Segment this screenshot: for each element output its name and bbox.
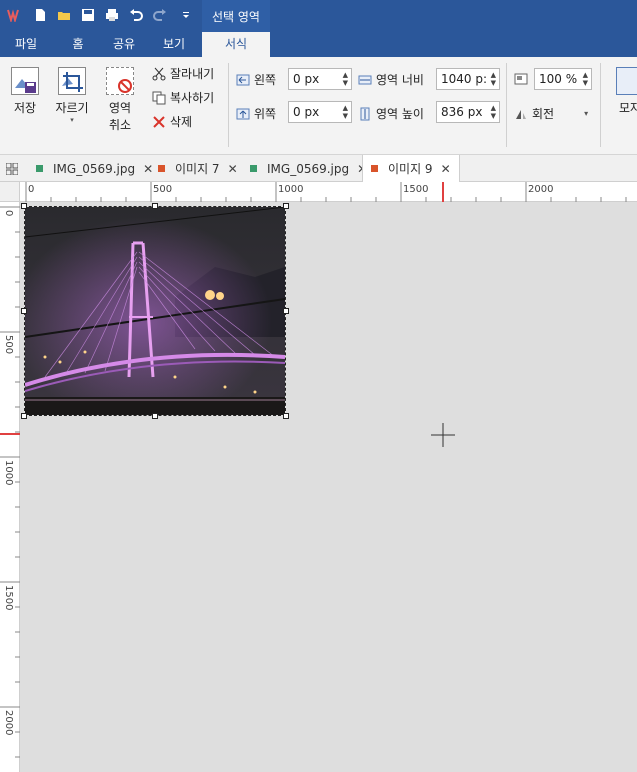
ribbon-separator bbox=[506, 63, 507, 147]
doc-tab-active[interactable]: 이미지 9 ✕ bbox=[362, 155, 460, 182]
resize-handle[interactable] bbox=[152, 203, 158, 209]
height-icon bbox=[358, 107, 372, 121]
redo-icon[interactable] bbox=[150, 5, 170, 25]
delete-button[interactable]: 삭제 bbox=[152, 113, 192, 130]
rotate-button[interactable]: 회전 ▾ bbox=[514, 105, 588, 122]
ruler-label: 1500 bbox=[403, 184, 429, 195]
save-icon[interactable] bbox=[78, 5, 98, 25]
vertical-ruler-ticks bbox=[0, 206, 20, 758]
align-top-icon bbox=[236, 107, 250, 121]
doc-tab[interactable]: IMG_0569.jpg ✕ bbox=[250, 155, 367, 182]
top-position-label: 위쪽 bbox=[236, 105, 276, 122]
zoom-icon-wrap bbox=[514, 72, 532, 86]
mosaic-icon bbox=[616, 67, 637, 95]
tab-home[interactable]: 홈 bbox=[52, 32, 104, 57]
title-bar: 선택 영역 bbox=[0, 0, 637, 32]
rotate-dropdown-icon: ▾ bbox=[584, 109, 589, 118]
area-height-label: 영역 높이 bbox=[358, 105, 424, 122]
mosaic-label: 모자 bbox=[618, 101, 637, 115]
crop-button[interactable]: 자르기 ▾ bbox=[52, 67, 92, 124]
close-icon[interactable]: ✕ bbox=[228, 162, 238, 176]
cut-button[interactable]: 잘라내기 bbox=[152, 65, 214, 82]
ruler-label: 500 bbox=[3, 335, 14, 355]
doc-tab-color-icon bbox=[250, 165, 257, 172]
left-position-input[interactable]: 0 px ▲ ▼ bbox=[288, 68, 352, 90]
tab-format[interactable]: 서식 bbox=[202, 32, 270, 57]
doc-tab[interactable]: 이미지 7 ✕ bbox=[158, 155, 238, 182]
resize-handle[interactable] bbox=[21, 308, 27, 314]
context-tab-label: 선택 영역 bbox=[202, 0, 270, 32]
ruler-label: 2000 bbox=[3, 710, 14, 736]
ruler-label: 1500 bbox=[3, 585, 14, 611]
cancel-selection-button[interactable]: 영역 취소 bbox=[104, 67, 136, 133]
doc-tab-color-icon bbox=[158, 165, 165, 172]
ruler-label: 500 bbox=[153, 184, 173, 195]
delete-label: 삭제 bbox=[170, 115, 193, 129]
mosaic-button[interactable]: 모자 bbox=[610, 67, 637, 116]
zoom-input[interactable]: 100 % ▲ ▼ bbox=[534, 68, 592, 90]
area-width-label: 영역 너비 bbox=[358, 71, 424, 88]
zoom-ratio-icon bbox=[514, 72, 528, 86]
ruler-label: 1000 bbox=[3, 460, 14, 486]
image-canvas[interactable] bbox=[21, 203, 637, 772]
ruler-label: 2000 bbox=[528, 184, 554, 195]
crop-dropdown-icon: ▾ bbox=[70, 116, 74, 124]
tab-grid-icon[interactable] bbox=[6, 155, 18, 182]
crosshair-cursor-icon bbox=[431, 423, 455, 447]
ruler-label: 0 bbox=[3, 210, 14, 217]
cancel-selection-label-2: 취소 bbox=[108, 118, 132, 132]
undo-icon[interactable] bbox=[126, 5, 146, 25]
vertical-ruler: 0 500 1000 1500 2000 bbox=[0, 202, 20, 772]
resize-handle[interactable] bbox=[21, 413, 27, 419]
left-position-label: 왼쪽 bbox=[236, 71, 276, 88]
ribbon-separator bbox=[600, 63, 601, 147]
copy-icon bbox=[152, 91, 166, 105]
resize-handle[interactable] bbox=[21, 203, 27, 209]
customize-icon[interactable] bbox=[176, 5, 196, 25]
open-icon[interactable] bbox=[54, 5, 74, 25]
new-icon[interactable] bbox=[30, 5, 50, 25]
copy-label: 복사하기 bbox=[170, 91, 215, 105]
resize-handle[interactable] bbox=[283, 413, 289, 419]
tab-share[interactable]: 공유 bbox=[98, 32, 150, 57]
close-icon[interactable]: ✕ bbox=[143, 162, 153, 176]
save-button[interactable]: 저장 bbox=[8, 67, 42, 116]
selection-marquee[interactable] bbox=[21, 203, 289, 419]
tab-file[interactable]: 파일 bbox=[0, 32, 52, 57]
area-height-input[interactable]: 836 px ▲ ▼ bbox=[436, 101, 500, 123]
doc-tab-color-icon bbox=[36, 165, 43, 172]
copy-button[interactable]: 복사하기 bbox=[152, 89, 214, 106]
ruler-label: 0 bbox=[28, 184, 35, 195]
scissors-icon bbox=[152, 67, 166, 81]
cancel-selection-icon bbox=[106, 67, 134, 95]
save-label: 저장 bbox=[13, 101, 37, 115]
delete-x-icon bbox=[152, 115, 166, 129]
crop-icon bbox=[58, 67, 86, 95]
tab-view[interactable]: 보기 bbox=[148, 32, 200, 57]
resize-handle[interactable] bbox=[152, 413, 158, 419]
resize-handle[interactable] bbox=[283, 308, 289, 314]
save-image-icon bbox=[11, 67, 39, 95]
horizontal-ruler: 0 500 1000 1500 2000 bbox=[20, 182, 637, 202]
top-position-input[interactable]: 0 px ▲ ▼ bbox=[288, 101, 352, 123]
ribbon: 저장 자르기 ▾ 영역 취소 잘라내기 복사하기 삭제 왼쪽 0 px ▲ ▼ … bbox=[0, 57, 637, 155]
ribbon-separator bbox=[228, 63, 229, 147]
ruler-corner bbox=[0, 182, 20, 202]
cut-label: 잘라내기 bbox=[170, 67, 215, 81]
print-icon[interactable] bbox=[102, 5, 122, 25]
crop-label: 자르기 bbox=[55, 101, 89, 115]
ruler-label: 1000 bbox=[278, 184, 304, 195]
area-width-input[interactable]: 1040 p: ▲ ▼ bbox=[436, 68, 500, 90]
rotate-icon bbox=[514, 107, 528, 121]
doc-tab[interactable]: IMG_0569.jpg ✕ bbox=[36, 155, 153, 182]
width-icon bbox=[358, 73, 372, 87]
resize-handle[interactable] bbox=[283, 203, 289, 209]
document-tabs: IMG_0569.jpg ✕ 이미지 7 ✕ IMG_0569.jpg ✕ 이미… bbox=[0, 155, 637, 182]
close-icon[interactable]: ✕ bbox=[441, 162, 451, 176]
menu-bar: 파일 홈 공유 보기 서식 bbox=[0, 32, 637, 57]
doc-tab-color-icon bbox=[371, 165, 378, 172]
cancel-selection-label-1: 영역 bbox=[108, 101, 132, 115]
align-left-icon bbox=[236, 73, 250, 87]
app-logo-icon[interactable] bbox=[4, 5, 24, 25]
